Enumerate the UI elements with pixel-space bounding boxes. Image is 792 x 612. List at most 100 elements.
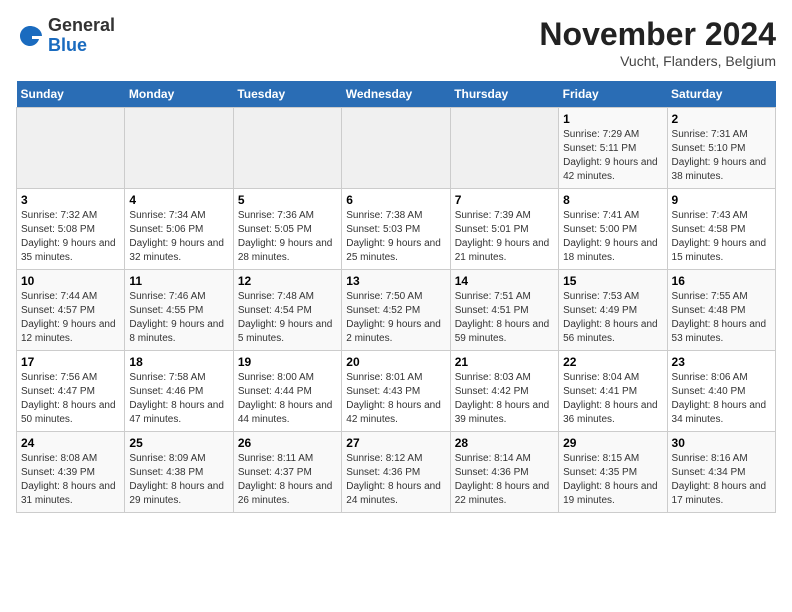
day-info: Sunrise: 8:14 AM Sunset: 4:36 PM Dayligh… bbox=[455, 452, 554, 508]
logo-line2: Blue bbox=[48, 35, 87, 55]
logo-line1: General bbox=[48, 15, 115, 35]
calendar-header: SundayMondayTuesdayWednesdayThursdayFrid… bbox=[17, 81, 776, 108]
calendar-table: SundayMondayTuesdayWednesdayThursdayFrid… bbox=[16, 81, 776, 513]
day-number: 6 bbox=[346, 193, 445, 207]
day-cell: 20 Sunrise: 8:01 AM Sunset: 4:43 PM Dayli… bbox=[342, 351, 450, 432]
day-number: 13 bbox=[346, 274, 445, 288]
day-number: 27 bbox=[346, 436, 445, 450]
day-info: Sunrise: 7:51 AM Sunset: 4:51 PM Dayligh… bbox=[455, 290, 554, 346]
day-cell: 17 Sunrise: 7:56 AM Sunset: 4:47 PM Dayli… bbox=[17, 351, 125, 432]
day-info: Sunrise: 7:41 AM Sunset: 5:00 PM Dayligh… bbox=[563, 209, 662, 265]
day-info: Sunrise: 7:48 AM Sunset: 4:54 PM Dayligh… bbox=[238, 290, 337, 346]
day-cell: 3Sunrise: 7:32 AM Sunset: 5:08 PM Daylig… bbox=[17, 189, 125, 270]
day-info: Sunrise: 8:00 AM Sunset: 4:44 PM Dayligh… bbox=[238, 371, 337, 427]
day-cell: 7 Sunrise: 7:39 AM Sunset: 5:01 PM Daylig… bbox=[450, 189, 558, 270]
day-number: 2 bbox=[672, 112, 771, 126]
day-number: 24 bbox=[21, 436, 120, 450]
day-cell: 24 Sunrise: 8:08 AM Sunset: 4:39 PM Dayli… bbox=[17, 432, 125, 513]
day-number: 19 bbox=[238, 355, 337, 369]
day-number: 26 bbox=[238, 436, 337, 450]
logo-icon bbox=[16, 22, 44, 50]
day-cell: 12 Sunrise: 7:48 AM Sunset: 4:54 PM Dayli… bbox=[233, 270, 341, 351]
day-number: 5 bbox=[238, 193, 337, 207]
day-number: 1 bbox=[563, 112, 662, 126]
weekday-header-friday: Friday bbox=[559, 81, 667, 108]
day-info: Sunrise: 7:32 AM Sunset: 5:08 PM Dayligh… bbox=[21, 209, 120, 265]
weekday-header-wednesday: Wednesday bbox=[342, 81, 450, 108]
day-info: Sunrise: 7:29 AM Sunset: 5:11 PM Dayligh… bbox=[563, 128, 662, 184]
day-cell bbox=[233, 108, 341, 189]
week-row-2: 3Sunrise: 7:32 AM Sunset: 5:08 PM Daylig… bbox=[17, 189, 776, 270]
day-info: Sunrise: 7:53 AM Sunset: 4:49 PM Dayligh… bbox=[563, 290, 662, 346]
day-cell: 13 Sunrise: 7:50 AM Sunset: 4:52 PM Dayli… bbox=[342, 270, 450, 351]
week-row-4: 17 Sunrise: 7:56 AM Sunset: 4:47 PM Dayli… bbox=[17, 351, 776, 432]
day-info: Sunrise: 7:34 AM Sunset: 5:06 PM Dayligh… bbox=[129, 209, 228, 265]
day-number: 7 bbox=[455, 193, 554, 207]
day-number: 4 bbox=[129, 193, 228, 207]
weekday-header-monday: Monday bbox=[125, 81, 233, 108]
day-info: Sunrise: 8:04 AM Sunset: 4:41 PM Dayligh… bbox=[563, 371, 662, 427]
logo: General Blue bbox=[16, 16, 115, 56]
day-info: Sunrise: 8:08 AM Sunset: 4:39 PM Dayligh… bbox=[21, 452, 120, 508]
day-cell: 5 Sunrise: 7:36 AM Sunset: 5:05 PM Daylig… bbox=[233, 189, 341, 270]
day-cell: 2 Sunrise: 7:31 AM Sunset: 5:10 PM Daylig… bbox=[667, 108, 775, 189]
day-cell: 29Sunrise: 8:15 AM Sunset: 4:35 PM Dayli… bbox=[559, 432, 667, 513]
day-number: 11 bbox=[129, 274, 228, 288]
weekday-row: SundayMondayTuesdayWednesdayThursdayFrid… bbox=[17, 81, 776, 108]
day-cell: 19 Sunrise: 8:00 AM Sunset: 4:44 PM Dayli… bbox=[233, 351, 341, 432]
day-cell: 18 Sunrise: 7:58 AM Sunset: 4:46 PM Dayli… bbox=[125, 351, 233, 432]
day-cell bbox=[17, 108, 125, 189]
day-info: Sunrise: 7:44 AM Sunset: 4:57 PM Dayligh… bbox=[21, 290, 120, 346]
day-cell bbox=[125, 108, 233, 189]
day-info: Sunrise: 7:38 AM Sunset: 5:03 PM Dayligh… bbox=[346, 209, 445, 265]
day-info: Sunrise: 7:58 AM Sunset: 4:46 PM Dayligh… bbox=[129, 371, 228, 427]
day-info: Sunrise: 7:50 AM Sunset: 4:52 PM Dayligh… bbox=[346, 290, 445, 346]
day-cell: 27 Sunrise: 8:12 AM Sunset: 4:36 PM Dayli… bbox=[342, 432, 450, 513]
day-cell: 25 Sunrise: 8:09 AM Sunset: 4:38 PM Dayli… bbox=[125, 432, 233, 513]
location: Vucht, Flanders, Belgium bbox=[539, 53, 776, 69]
day-info: Sunrise: 8:12 AM Sunset: 4:36 PM Dayligh… bbox=[346, 452, 445, 508]
day-info: Sunrise: 7:36 AM Sunset: 5:05 PM Dayligh… bbox=[238, 209, 337, 265]
day-number: 20 bbox=[346, 355, 445, 369]
calendar-body: 1 Sunrise: 7:29 AM Sunset: 5:11 PM Daylig… bbox=[17, 108, 776, 513]
day-cell: 1 Sunrise: 7:29 AM Sunset: 5:11 PM Daylig… bbox=[559, 108, 667, 189]
day-number: 25 bbox=[129, 436, 228, 450]
day-cell: 8Sunrise: 7:41 AM Sunset: 5:00 PM Daylig… bbox=[559, 189, 667, 270]
day-cell: 26 Sunrise: 8:11 AM Sunset: 4:37 PM Dayli… bbox=[233, 432, 341, 513]
day-info: Sunrise: 7:55 AM Sunset: 4:48 PM Dayligh… bbox=[672, 290, 771, 346]
day-number: 18 bbox=[129, 355, 228, 369]
day-number: 30 bbox=[672, 436, 771, 450]
day-number: 28 bbox=[455, 436, 554, 450]
day-number: 15 bbox=[563, 274, 662, 288]
day-number: 23 bbox=[672, 355, 771, 369]
day-info: Sunrise: 8:06 AM Sunset: 4:40 PM Dayligh… bbox=[672, 371, 771, 427]
day-cell: 16 Sunrise: 7:55 AM Sunset: 4:48 PM Dayli… bbox=[667, 270, 775, 351]
day-cell: 11 Sunrise: 7:46 AM Sunset: 4:55 PM Dayli… bbox=[125, 270, 233, 351]
weekday-header-thursday: Thursday bbox=[450, 81, 558, 108]
day-cell: 30 Sunrise: 8:16 AM Sunset: 4:34 PM Dayli… bbox=[667, 432, 775, 513]
day-info: Sunrise: 8:15 AM Sunset: 4:35 PM Dayligh… bbox=[563, 452, 662, 508]
day-number: 10 bbox=[21, 274, 120, 288]
day-info: Sunrise: 7:56 AM Sunset: 4:47 PM Dayligh… bbox=[21, 371, 120, 427]
logo-text: General Blue bbox=[48, 16, 115, 56]
day-info: Sunrise: 7:46 AM Sunset: 4:55 PM Dayligh… bbox=[129, 290, 228, 346]
day-cell bbox=[450, 108, 558, 189]
day-info: Sunrise: 8:03 AM Sunset: 4:42 PM Dayligh… bbox=[455, 371, 554, 427]
day-info: Sunrise: 7:43 AM Sunset: 4:58 PM Dayligh… bbox=[672, 209, 771, 265]
weekday-header-tuesday: Tuesday bbox=[233, 81, 341, 108]
day-cell: 28 Sunrise: 8:14 AM Sunset: 4:36 PM Dayli… bbox=[450, 432, 558, 513]
day-cell: 21 Sunrise: 8:03 AM Sunset: 4:42 PM Dayli… bbox=[450, 351, 558, 432]
day-number: 17 bbox=[21, 355, 120, 369]
day-info: Sunrise: 8:09 AM Sunset: 4:38 PM Dayligh… bbox=[129, 452, 228, 508]
day-info: Sunrise: 8:11 AM Sunset: 4:37 PM Dayligh… bbox=[238, 452, 337, 508]
day-info: Sunrise: 8:01 AM Sunset: 4:43 PM Dayligh… bbox=[346, 371, 445, 427]
day-info: Sunrise: 7:39 AM Sunset: 5:01 PM Dayligh… bbox=[455, 209, 554, 265]
day-cell: 10 Sunrise: 7:44 AM Sunset: 4:57 PM Dayli… bbox=[17, 270, 125, 351]
day-cell: 22Sunrise: 8:04 AM Sunset: 4:41 PM Dayli… bbox=[559, 351, 667, 432]
day-info: Sunrise: 8:16 AM Sunset: 4:34 PM Dayligh… bbox=[672, 452, 771, 508]
day-cell: 15 Sunrise: 7:53 AM Sunset: 4:49 PM Dayli… bbox=[559, 270, 667, 351]
day-number: 12 bbox=[238, 274, 337, 288]
day-number: 21 bbox=[455, 355, 554, 369]
day-info: Sunrise: 7:31 AM Sunset: 5:10 PM Dayligh… bbox=[672, 128, 771, 184]
day-number: 16 bbox=[672, 274, 771, 288]
